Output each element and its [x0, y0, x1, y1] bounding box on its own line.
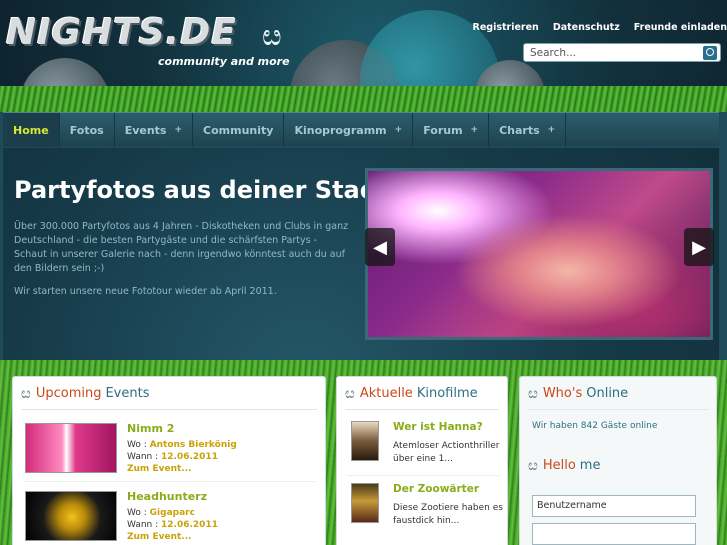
- site-logo[interactable]: NIGHTS.DE: [6, 12, 237, 53]
- row-divider: [347, 475, 499, 476]
- nav-forum[interactable]: Forum +: [413, 113, 490, 147]
- top-links: Registrieren Datenschutz Freunde einlade…: [473, 22, 727, 33]
- nav-label: Charts: [499, 123, 540, 137]
- event-title[interactable]: Headhunterz: [127, 491, 218, 503]
- event-location[interactable]: Gigaparc: [150, 508, 195, 518]
- heading-word: Aktuelle: [359, 385, 413, 401]
- login-heading: ೞ Hello me: [528, 455, 600, 475]
- nav-label: Kinoprogramm: [294, 123, 387, 137]
- hero-slideshow-photo[interactable]: [365, 168, 713, 340]
- panel-heading: ೞ Upcoming Events: [21, 383, 149, 403]
- event-details: Headhunterz Wo : Gigaparc Wann : 12.06.2…: [127, 491, 218, 543]
- nav-fotos[interactable]: Fotos: [60, 113, 115, 147]
- row-divider: [25, 481, 315, 482]
- expand-plus-icon: +: [174, 125, 183, 135]
- slideshow-next-icon[interactable]: ▶: [684, 228, 714, 266]
- where-label: Wo :: [127, 508, 147, 518]
- nav-label: Events: [124, 123, 167, 137]
- event-flyer-image[interactable]: [25, 423, 117, 473]
- film-details: Der Zoowärter Diese Zootiere haben es fa…: [393, 483, 503, 528]
- event-date: 12.06.2011: [161, 520, 218, 530]
- when-label: Wann :: [127, 520, 159, 530]
- online-count-text: Wir haben 842 Gäste online: [532, 421, 658, 431]
- swirl-icon: ೞ: [528, 384, 538, 402]
- event-item: Nimm 2 Wo : Antons Bierkönig Wann : 12.0…: [25, 423, 315, 479]
- invite-friends-link[interactable]: Freunde einladen: [634, 22, 727, 33]
- heading-word: Events: [105, 385, 150, 401]
- event-location[interactable]: Antons Bierkönig: [150, 440, 237, 450]
- panel-heading: ೞ Aktuelle Kinofilme: [345, 383, 478, 403]
- hero-description: Über 300.000 Partyfotos aus 4 Jahren - D…: [14, 221, 349, 274]
- nav-label: Community: [203, 123, 274, 137]
- slideshow-prev-icon[interactable]: ◀: [365, 228, 395, 266]
- film-description: Diese Zootiere haben es faustdick hin...: [393, 503, 503, 526]
- logo-swirl-icon: ೞ: [262, 18, 282, 53]
- hero-title: Partyfotos aus deiner Stadt: [14, 176, 389, 204]
- search-placeholder: Search...: [530, 46, 577, 59]
- when-label: Wann :: [127, 452, 159, 462]
- divider: [528, 409, 708, 410]
- film-poster-image[interactable]: [351, 483, 379, 523]
- grass-strip: [0, 86, 727, 112]
- divider: [345, 409, 499, 410]
- nav-label: Home: [13, 123, 49, 137]
- event-flyer-image[interactable]: [25, 491, 117, 541]
- event-title[interactable]: Nimm 2: [127, 423, 237, 435]
- expand-plus-icon: +: [547, 125, 556, 135]
- divider: [21, 409, 317, 410]
- site-tagline: community and more: [158, 55, 290, 68]
- privacy-link[interactable]: Datenschutz: [553, 22, 620, 33]
- event-more-link[interactable]: Zum Event...: [127, 463, 237, 475]
- event-more-link[interactable]: Zum Event...: [127, 531, 218, 543]
- event-details: Nimm 2 Wo : Antons Bierkönig Wann : 12.0…: [127, 423, 237, 475]
- expand-plus-icon: +: [470, 125, 479, 135]
- hero-section: Partyfotos aus deiner Stadt Über 300.000…: [3, 148, 719, 360]
- password-field[interactable]: [532, 523, 696, 545]
- expand-plus-icon: +: [394, 125, 403, 135]
- film-item: Wer ist Hanna? Atemloser Actionthriller …: [347, 421, 499, 477]
- swirl-icon: ೞ: [528, 456, 538, 474]
- film-title[interactable]: Der Zoowärter: [393, 483, 503, 496]
- swirl-icon: ೞ: [21, 384, 31, 402]
- event-date: 12.06.2011: [161, 452, 218, 462]
- film-description: Atemloser Actionthriller über eine 1...: [393, 441, 500, 464]
- event-item: Headhunterz Wo : Gigaparc Wann : 12.06.2…: [25, 491, 315, 545]
- heading-word: me: [579, 457, 601, 473]
- heading-word: Kinofilme: [416, 385, 478, 401]
- whos-online-panel: ೞ Who's Online Wir haben 842 Gäste onlin…: [519, 376, 717, 545]
- heading-word: Upcoming: [35, 385, 102, 401]
- username-field[interactable]: Benutzername: [532, 495, 696, 517]
- upcoming-events-panel: ೞ Upcoming Events Nimm 2 Wo : Antons Bie…: [12, 376, 326, 545]
- heading-word: Who's: [542, 385, 583, 401]
- nav-community[interactable]: Community: [193, 113, 285, 147]
- site-header: NIGHTS.DE ೞ community and more Registrie…: [0, 0, 727, 100]
- nav-label: Fotos: [69, 123, 104, 137]
- search-input[interactable]: Search...: [523, 43, 721, 62]
- swirl-icon: ೞ: [345, 384, 355, 402]
- film-title[interactable]: Wer ist Hanna?: [393, 421, 503, 434]
- hero-announcement: Wir starten unsere neue Fototour wieder …: [14, 286, 277, 297]
- where-label: Wo :: [127, 440, 147, 450]
- main-nav: Home Fotos Events + Community Kinoprogram…: [3, 112, 719, 147]
- heading-word: Online: [586, 385, 629, 401]
- current-films-panel: ೞ Aktuelle Kinofilme Wer ist Hanna? Atem…: [336, 376, 508, 545]
- film-details: Wer ist Hanna? Atemloser Actionthriller …: [393, 421, 503, 466]
- search-icon[interactable]: [703, 46, 717, 60]
- film-poster-image[interactable]: [351, 421, 379, 461]
- nav-home[interactable]: Home: [3, 113, 60, 147]
- nav-events[interactable]: Events +: [115, 113, 194, 147]
- heading-word: Hello: [542, 457, 576, 473]
- film-item: Der Zoowärter Diese Zootiere haben es fa…: [347, 483, 503, 539]
- nav-kinoprogramm[interactable]: Kinoprogramm +: [284, 113, 414, 147]
- nav-charts[interactable]: Charts +: [489, 113, 567, 147]
- register-link[interactable]: Registrieren: [473, 22, 539, 33]
- panel-heading: ೞ Who's Online: [528, 383, 628, 403]
- nav-label: Forum: [423, 123, 463, 137]
